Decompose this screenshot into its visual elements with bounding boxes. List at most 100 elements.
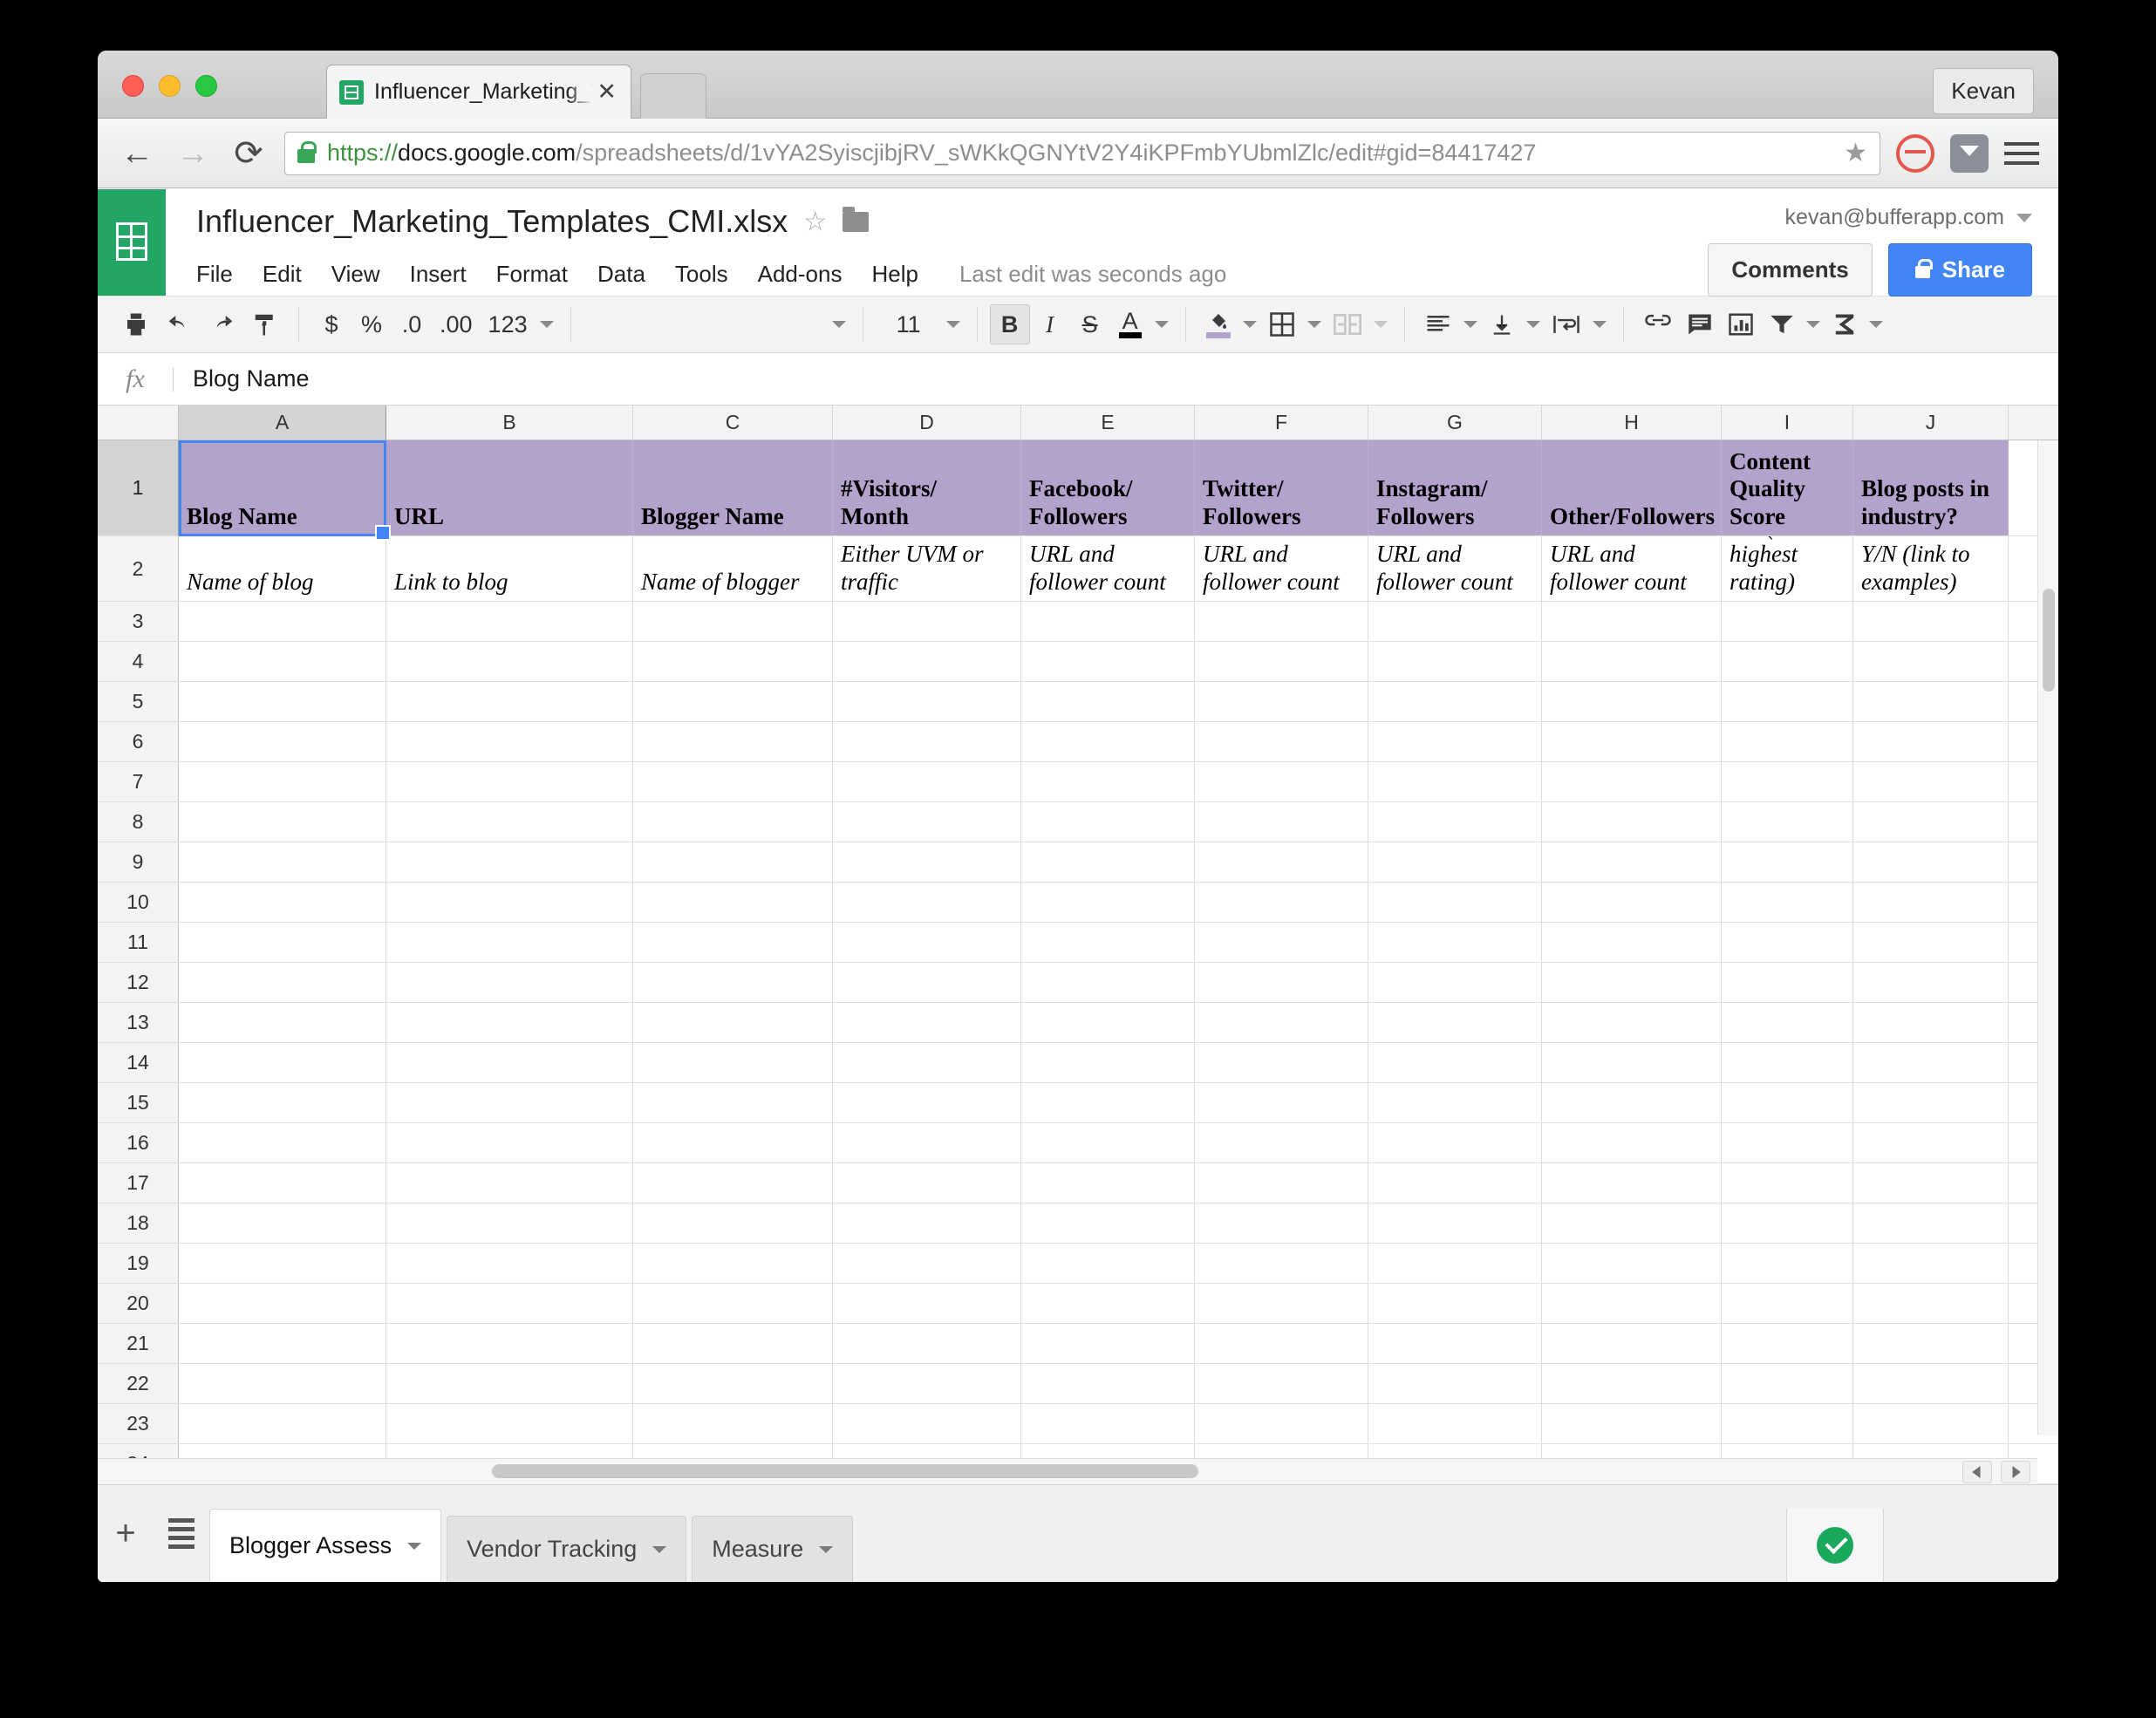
cell-A22[interactable] [179,1364,386,1403]
menu-insert[interactable]: Insert [395,256,481,293]
cell-C18[interactable] [633,1203,833,1243]
cell-B11[interactable] [386,923,633,962]
functions-sigma-icon[interactable] [1825,304,1865,344]
cell-D13[interactable] [833,1003,1021,1042]
cell-F14[interactable] [1195,1043,1368,1082]
cell-I1[interactable]: Content Quality Score [1722,440,1853,535]
cell-I16[interactable] [1722,1123,1853,1162]
cell-G6[interactable] [1368,722,1542,761]
cell-G13[interactable] [1368,1003,1542,1042]
comments-button[interactable]: Comments [1708,243,1873,297]
insert-chart-icon[interactable] [1720,304,1762,344]
cell-C7[interactable] [633,762,833,801]
cell-F4[interactable] [1195,642,1368,681]
cell-A1[interactable]: Blog Name [179,440,386,535]
filter-icon[interactable] [1762,304,1802,344]
cell-J15[interactable] [1853,1083,2009,1122]
cell-I18[interactable] [1722,1203,1853,1243]
row-header-7[interactable]: 7 [98,762,179,801]
cell-E23[interactable] [1021,1404,1195,1443]
cell-I13[interactable] [1722,1003,1853,1042]
cell-D5[interactable] [833,682,1021,721]
sheet-tab-blogger-assess[interactable]: Blogger Assess [209,1509,442,1582]
cell-A21[interactable] [179,1324,386,1363]
row-header-3[interactable]: 3 [98,602,179,641]
row-header-12[interactable]: 12 [98,963,179,1002]
cell-D19[interactable] [833,1244,1021,1283]
cell-A3[interactable] [179,602,386,641]
all-sheets-button[interactable] [154,1484,209,1582]
cell-B1[interactable]: URL [386,440,633,535]
forward-icon[interactable]: → [173,137,213,170]
cell-J18[interactable] [1853,1203,2009,1243]
browser-profile-button[interactable]: Kevan [1933,68,2034,114]
cell-A23[interactable] [179,1404,386,1443]
browser-tab[interactable]: Influencer_Marketing_Temp ✕ [326,65,631,119]
cell-C8[interactable] [633,802,833,842]
back-icon[interactable]: ← [117,137,157,170]
cell-J17[interactable] [1853,1163,2009,1203]
cell-B18[interactable] [386,1203,633,1243]
column-header-j[interactable]: J [1853,406,2009,440]
minimize-window-button[interactable] [159,75,181,97]
column-header-h[interactable]: H [1542,406,1722,440]
menu-file[interactable]: File [196,256,248,293]
cell-I21[interactable] [1722,1324,1853,1363]
cell-E20[interactable] [1021,1284,1195,1323]
cell-D8[interactable] [833,802,1021,842]
cell-D10[interactable] [833,883,1021,922]
cell-I23[interactable] [1722,1404,1853,1443]
row-header-4[interactable]: 4 [98,642,179,681]
row-header-17[interactable]: 17 [98,1163,179,1203]
cell-H3[interactable] [1542,602,1722,641]
cell-H13[interactable] [1542,1003,1722,1042]
cell-H17[interactable] [1542,1163,1722,1203]
cell-B21[interactable] [386,1324,633,1363]
cell-J6[interactable] [1853,722,2009,761]
cell-E14[interactable] [1021,1043,1195,1082]
cell-G16[interactable] [1368,1123,1542,1162]
column-header-e[interactable]: E [1021,406,1195,440]
cell-B12[interactable] [386,963,633,1002]
text-color-button[interactable]: A [1110,304,1150,344]
cell-F19[interactable] [1195,1244,1368,1283]
cell-C12[interactable] [633,963,833,1002]
menu-data[interactable]: Data [583,256,660,293]
cell-D1[interactable]: #Visitors/Month [833,440,1021,535]
cell-G10[interactable] [1368,883,1542,922]
cell-I10[interactable] [1722,883,1853,922]
row-header-13[interactable]: 13 [98,1003,179,1042]
cell-J14[interactable] [1853,1043,2009,1082]
cell-H7[interactable] [1542,762,1722,801]
cell-A17[interactable] [179,1163,386,1203]
row-header-6[interactable]: 6 [98,722,179,761]
cell-J8[interactable] [1853,802,2009,842]
pocket-extension-icon[interactable] [1950,133,1989,173]
cell-H12[interactable] [1542,963,1722,1002]
cell-J1[interactable]: Blog posts in industry? [1853,440,2009,535]
move-to-folder-icon[interactable] [843,206,870,232]
cell-J4[interactable] [1853,642,2009,681]
cell-H4[interactable] [1542,642,1722,681]
sheet-tab-measure[interactable]: Measure [692,1516,854,1582]
borders-chevron-icon[interactable] [1303,304,1326,344]
cell-G19[interactable] [1368,1244,1542,1283]
cell-G2[interactable]: URL and follower count [1368,536,1542,601]
row-header-8[interactable]: 8 [98,802,179,842]
font-family-selector[interactable] [583,304,828,344]
cell-E19[interactable] [1021,1244,1195,1283]
cell-E21[interactable] [1021,1324,1195,1363]
cell-F23[interactable] [1195,1404,1368,1443]
cell-I12[interactable] [1722,963,1853,1002]
cell-F16[interactable] [1195,1123,1368,1162]
cell-F18[interactable] [1195,1203,1368,1243]
vertical-align-chevron-icon[interactable] [1522,304,1545,344]
cell-A10[interactable] [179,883,386,922]
cell-A4[interactable] [179,642,386,681]
text-wrapping-icon[interactable] [1545,304,1588,344]
cell-G11[interactable] [1368,923,1542,962]
cell-G3[interactable] [1368,602,1542,641]
row-header-2[interactable]: 2 [98,536,179,601]
cell-D17[interactable] [833,1163,1021,1203]
cell-E1[interactable]: Facebook/Followers [1021,440,1195,535]
